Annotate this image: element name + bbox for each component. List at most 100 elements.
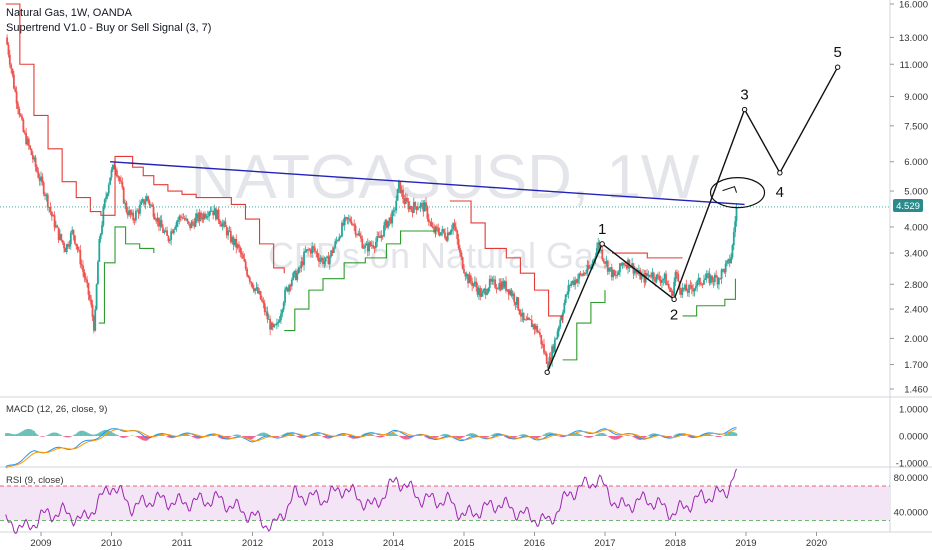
macd-histogram-bar	[723, 435, 726, 436]
candle-body	[17, 103, 19, 109]
macd-histogram-bar	[734, 432, 736, 436]
macd-histogram-bar	[43, 436, 45, 437]
price-tick-label: 5.000	[904, 187, 928, 198]
candle-body	[282, 302, 285, 310]
macd-histogram-bar	[358, 436, 361, 437]
candle-body	[68, 244, 71, 247]
candle-body	[449, 231, 452, 235]
candle-body	[364, 245, 366, 248]
candle-body	[284, 289, 286, 303]
annotation-arrow	[722, 186, 738, 193]
candle-body	[49, 207, 52, 212]
macd-histogram-bar	[137, 436, 140, 438]
macd-histogram-bar	[392, 432, 395, 436]
candle-body	[715, 274, 718, 278]
candle-body	[75, 243, 78, 247]
macd-histogram-bar	[28, 428, 30, 436]
candle-body	[144, 201, 147, 205]
macd-histogram-bar	[716, 436, 719, 437]
candle-body	[186, 218, 189, 222]
candle-body	[402, 189, 404, 199]
macd-histogram-bar	[611, 436, 613, 439]
candle-body	[91, 304, 94, 317]
macd-histogram-bar	[604, 433, 606, 436]
wave-label-2: 2	[670, 306, 678, 323]
candle-body	[617, 272, 620, 275]
macd-histogram-bar	[617, 436, 620, 439]
macd-histogram-bar	[670, 436, 673, 437]
macd-histogram-bar	[55, 432, 57, 436]
macd-histogram-bar	[322, 436, 324, 437]
macd-histogram-bar	[74, 434, 76, 436]
candle-body	[27, 138, 30, 146]
macd-histogram-bar	[612, 436, 614, 440]
macd-histogram-bar	[516, 436, 518, 437]
candle-body	[693, 288, 696, 292]
macd-histogram-bar	[21, 431, 23, 436]
macd-histogram-bar	[729, 432, 731, 436]
candle-body	[418, 207, 421, 209]
candle-body	[703, 279, 705, 285]
macd-histogram-bar	[56, 433, 58, 436]
candle-body	[36, 166, 38, 172]
candle-body	[172, 229, 175, 234]
macd-histogram-bar	[624, 435, 627, 436]
macd-histogram-bar	[715, 436, 717, 437]
macd-histogram-bar	[590, 436, 593, 438]
candle-body	[76, 246, 79, 250]
candle-body	[56, 225, 59, 228]
macd-histogram-bar	[112, 432, 114, 436]
rsi-band	[0, 485, 890, 521]
candle-body	[711, 275, 714, 281]
candle-body	[528, 317, 530, 320]
macd-histogram-bar	[125, 436, 128, 438]
wave-point	[671, 296, 677, 303]
candle-body	[175, 222, 178, 228]
candle-body	[246, 268, 248, 276]
macd-histogram-bar	[522, 434, 525, 436]
macd-series	[5, 427, 738, 469]
time-axis: 2009 2010 2011 2012 2013 2014 2015 2016 2017 2018…	[30, 532, 827, 549]
candle-body	[29, 145, 32, 149]
candle-body	[396, 188, 399, 201]
candle-body	[117, 176, 120, 178]
macd-histogram-bar	[85, 431, 87, 436]
macd-histogram-bar	[141, 436, 144, 441]
candle-body	[662, 278, 665, 281]
macd-histogram-bar	[82, 430, 84, 436]
candle-body	[393, 210, 396, 212]
candle-body	[374, 241, 377, 249]
macd-histogram-bar	[78, 431, 80, 436]
candlestick-chart[interactable]: NATGASUSD, 1W CFDs on Natural Gas 12345 …	[0, 0, 932, 550]
candle-body	[276, 323, 278, 325]
macd-histogram-bar	[719, 436, 721, 437]
candle-body	[297, 267, 300, 274]
macd-histogram-bar	[437, 436, 439, 437]
candle-body	[42, 182, 45, 195]
macd-histogram-bar	[543, 434, 545, 436]
macd-histogram-bar	[251, 436, 254, 439]
candle-body	[261, 299, 263, 302]
candle-body	[278, 320, 281, 322]
candle-body	[720, 269, 723, 279]
macd-histogram-bar	[47, 434, 49, 436]
candle-body	[701, 284, 704, 286]
macd-histogram-bar	[487, 436, 490, 437]
macd-histogram-bar	[114, 434, 117, 436]
candle-body	[735, 208, 738, 222]
macd-histogram-bar	[19, 432, 22, 436]
wave-point	[544, 369, 550, 375]
candle-body	[690, 285, 693, 289]
macd-histogram-bar	[215, 435, 217, 436]
macd-histogram-bar	[394, 433, 396, 436]
candle-body	[469, 275, 472, 282]
candle-body	[395, 200, 398, 211]
candle-body	[361, 238, 364, 249]
candle-body	[34, 157, 37, 167]
macd-histogram-bar	[649, 434, 651, 436]
macd-histogram-bar	[17, 433, 19, 436]
candle-body	[732, 232, 735, 246]
macd-histogram-bar	[688, 436, 690, 438]
candle-body	[99, 233, 102, 239]
candle-body	[87, 282, 90, 295]
